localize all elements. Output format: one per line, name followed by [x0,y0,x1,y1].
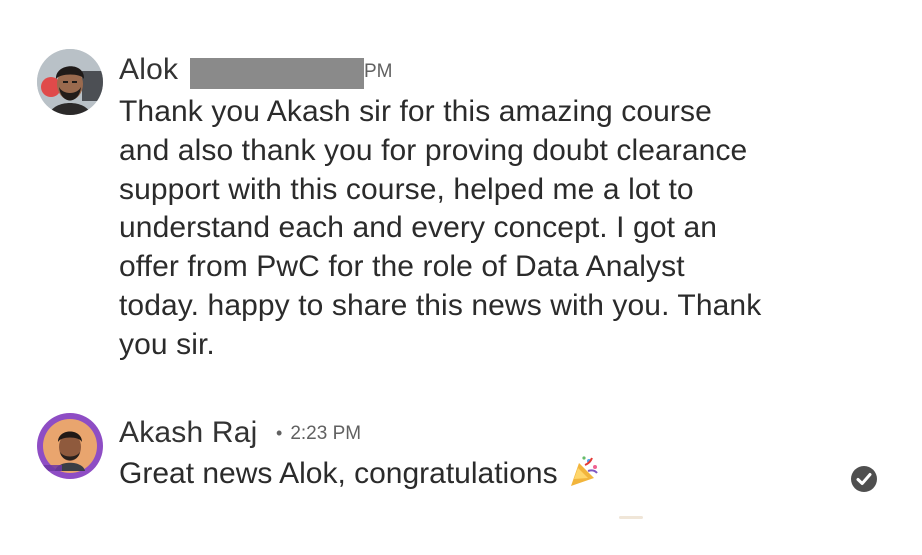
comment-author[interactable]: Akash Raj [119,416,258,450]
comment-message: Great news Alok, congratulations [119,455,600,499]
checkmark-circle-icon [851,466,877,492]
cropped-content-hint [619,516,643,519]
comment-meta: • 2:23 PM [276,421,361,446]
comment-message: Thank you Akash sir for this amazing cou… [119,95,762,361]
profile-photo-icon [37,413,103,479]
party-popper-icon [566,455,600,499]
comment-message-text: Great news Alok, congratulations [119,457,558,490]
comment-time: 2:23 PM [290,423,362,444]
avatar[interactable] [37,49,103,115]
comment-time: PM [364,61,393,82]
avatar[interactable] [37,413,103,479]
separator-dot: • [276,423,283,443]
profile-photo-icon [37,49,103,115]
redacted-block [190,58,364,89]
comment-author[interactable]: Alok [119,53,178,87]
